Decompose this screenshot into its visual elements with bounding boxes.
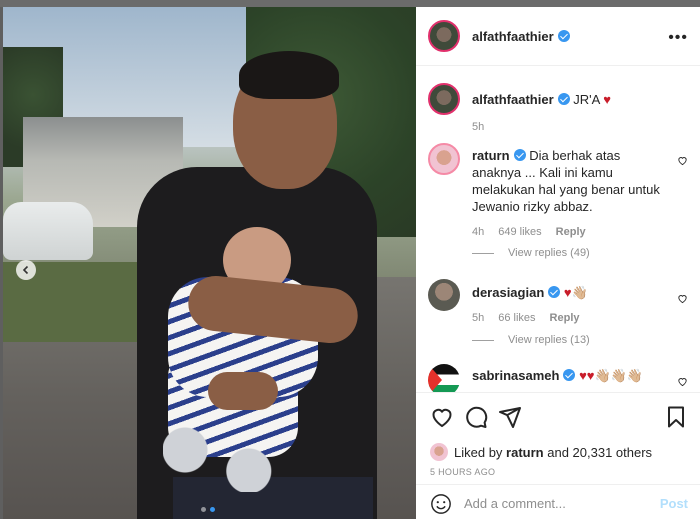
comment-time: 5h xyxy=(472,312,485,324)
comment-text: ♥👋🏼 xyxy=(563,285,588,300)
comment-item: raturn Dia berhak atas anaknya ... Kali … xyxy=(428,143,694,263)
avatar[interactable] xyxy=(428,279,460,311)
heart-outline-icon[interactable] xyxy=(677,155,688,166)
avatar[interactable] xyxy=(428,364,460,392)
avatar[interactable] xyxy=(428,20,460,52)
comment-text: ♥♥👋🏼👋🏼👋🏼 xyxy=(579,368,644,383)
carousel-dot xyxy=(201,507,206,512)
bookmark-icon[interactable] xyxy=(664,405,688,429)
verified-icon xyxy=(548,286,561,298)
avatar[interactable] xyxy=(430,443,448,461)
caption: alfathfaathier JR'A ♥ 5h xyxy=(428,83,694,143)
comment-icon[interactable] xyxy=(464,405,488,429)
heart-outline-icon[interactable] xyxy=(677,293,688,304)
emoji-icon[interactable] xyxy=(430,493,452,515)
caption-text: JR'A xyxy=(573,92,600,107)
heart-icon[interactable] xyxy=(430,405,454,429)
chevron-left-icon xyxy=(22,265,29,275)
top-strip xyxy=(0,0,700,7)
avatar[interactable] xyxy=(428,143,460,175)
view-replies-button[interactable]: View replies (49) xyxy=(472,247,590,259)
liked-by-prefix: Liked by xyxy=(454,444,503,460)
comment-time: 4h xyxy=(472,226,485,238)
heart-emoji: ♥ xyxy=(603,92,611,107)
carousel-prev-button[interactable] xyxy=(16,260,36,280)
comments-list[interactable]: alfathfaathier JR'A ♥ 5h raturn Dia berh… xyxy=(416,67,700,392)
verified-icon xyxy=(563,369,576,381)
reply-button[interactable]: Reply xyxy=(556,224,586,241)
reply-button[interactable]: Reply xyxy=(550,310,580,327)
add-comment-bar: Post xyxy=(416,484,700,519)
comment-item: sabrinasameh ♥♥👋🏼👋🏼👋🏼 xyxy=(428,364,694,392)
comment-username[interactable]: sabrinasameh xyxy=(472,368,559,383)
heart-outline-icon[interactable] xyxy=(677,376,688,387)
post-timestamp: 5 HOURS AGO xyxy=(430,467,496,477)
share-icon[interactable] xyxy=(498,405,522,429)
comment-likes[interactable]: 649 likes xyxy=(498,224,541,241)
comment-likes[interactable]: 66 likes xyxy=(498,310,535,327)
avatar[interactable] xyxy=(428,83,460,115)
comment-item: derasiagian ♥👋🏼 5h 66 likes Reply xyxy=(428,279,694,339)
post-header: alfathfaathier ••• xyxy=(416,7,700,66)
liked-by: Liked by raturn and 20,331 others xyxy=(430,443,652,461)
comment-input[interactable] xyxy=(464,494,644,512)
verified-icon xyxy=(557,93,570,105)
comment-username[interactable]: derasiagian xyxy=(472,285,544,300)
view-replies-button[interactable]: View replies (13) xyxy=(472,334,590,346)
verified-icon xyxy=(557,30,570,42)
liked-by-user[interactable]: raturn xyxy=(506,445,544,460)
verified-icon xyxy=(513,149,526,161)
liked-by-others[interactable]: and 20,331 others xyxy=(547,445,652,460)
post-username[interactable]: alfathfaathier xyxy=(472,29,554,44)
comment-username[interactable]: raturn xyxy=(472,148,510,163)
post-comment-button[interactable]: Post xyxy=(660,496,688,511)
post-side-panel: alfathfaathier ••• alfathfaathier JR'A ♥… xyxy=(416,7,700,519)
carousel-indicator xyxy=(201,507,215,512)
carousel-dot-active xyxy=(210,507,215,512)
post-actions: Liked by raturn and 20,331 others 5 HOUR… xyxy=(416,392,700,519)
caption-username[interactable]: alfathfaathier xyxy=(472,92,554,107)
caption-time: 5h xyxy=(472,121,485,133)
more-options-icon[interactable]: ••• xyxy=(668,29,688,47)
post-photo[interactable] xyxy=(3,7,416,519)
